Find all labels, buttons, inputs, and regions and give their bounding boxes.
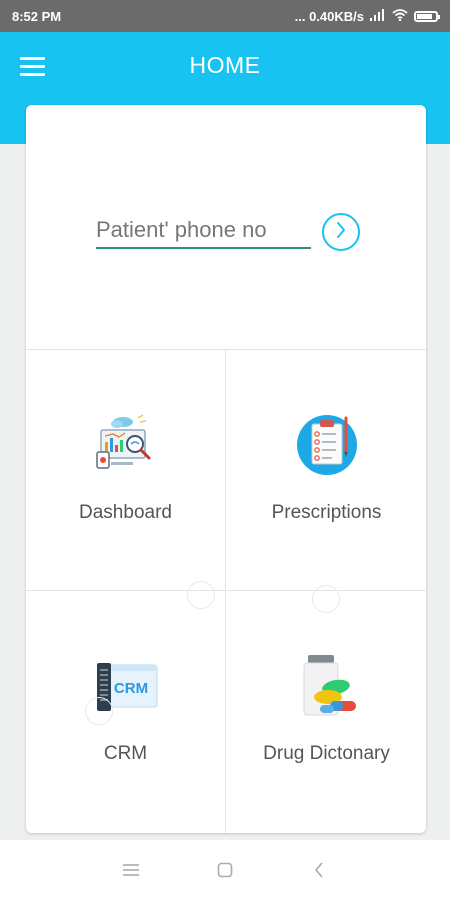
touch-ripple bbox=[187, 581, 215, 609]
battery-level bbox=[417, 13, 432, 19]
tile-prescriptions[interactable]: Prescriptions bbox=[227, 350, 426, 591]
dashboard-analytics-icon bbox=[93, 412, 159, 478]
touch-ripple bbox=[85, 697, 113, 725]
status-time: 8:52 PM bbox=[12, 8, 62, 24]
chevron-right-icon bbox=[333, 221, 349, 244]
tile-drug-dictionary-label: Drug Dictonary bbox=[263, 743, 390, 764]
tile-dashboard[interactable]: Dashboard bbox=[26, 350, 226, 591]
wifi-icon bbox=[392, 8, 408, 24]
status-icons: ... 0.40KB/s bbox=[294, 8, 440, 24]
tile-dashboard-label: Dashboard bbox=[79, 502, 172, 523]
touch-ripple bbox=[312, 585, 340, 613]
clipboard-checklist-icon bbox=[294, 412, 360, 478]
patient-search-section bbox=[26, 105, 426, 350]
tile-prescriptions-label: Prescriptions bbox=[271, 502, 382, 523]
page-title: HOME bbox=[189, 52, 261, 78]
submit-search-button[interactable] bbox=[322, 213, 360, 251]
tile-crm-label: CRM bbox=[103, 743, 148, 764]
crm-icon-text: CRM bbox=[113, 680, 147, 697]
recent-apps-icon[interactable] bbox=[119, 858, 143, 882]
signal-icon bbox=[370, 8, 386, 24]
back-icon[interactable] bbox=[307, 858, 331, 882]
home-card: Dashboard Prescriptions bbox=[26, 105, 426, 833]
tile-drug-dictionary[interactable]: Drug Dictonary bbox=[227, 591, 426, 833]
network-speed: ... 0.40KB/s bbox=[294, 8, 364, 24]
home-icon[interactable] bbox=[213, 858, 237, 882]
status-bar: 8:52 PM ... 0.40KB/s bbox=[0, 0, 450, 32]
pills-bottle-icon bbox=[294, 653, 360, 719]
tile-crm[interactable]: CRM CRM bbox=[26, 591, 226, 833]
patient-phone-input[interactable] bbox=[96, 213, 311, 249]
system-nav-bar bbox=[0, 840, 450, 900]
battery-icon bbox=[414, 10, 440, 22]
